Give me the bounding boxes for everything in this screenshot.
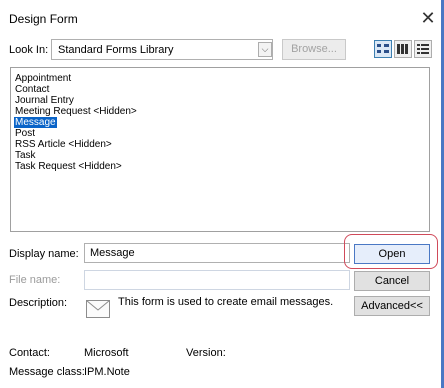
look-in-dropdown[interactable]: Standard Forms Library ⌵ xyxy=(51,39,273,60)
description-text: This form is used to create email messag… xyxy=(118,296,334,308)
look-in-value: Standard Forms Library xyxy=(58,44,174,56)
advanced-button[interactable]: Advanced<< xyxy=(354,296,430,316)
file-name-field[interactable] xyxy=(84,270,350,290)
list-item[interactable]: Journal Entry xyxy=(14,95,75,106)
file-name-label: File name: xyxy=(9,274,61,286)
forms-list[interactable]: Appointment Contact Journal Entry Meetin… xyxy=(10,67,430,232)
open-button[interactable]: Open xyxy=(354,244,430,264)
list-item[interactable]: Appointment xyxy=(14,73,72,84)
list-item[interactable]: Contact xyxy=(14,84,50,95)
large-icons-view-icon[interactable] xyxy=(374,40,392,58)
close-icon[interactable]: ✕ xyxy=(418,8,438,28)
cancel-button[interactable]: Cancel xyxy=(354,271,430,291)
list-item[interactable]: Meeting Request <Hidden> xyxy=(14,106,138,117)
look-in-label: Look In: xyxy=(9,44,49,56)
message-class-value: IPM.Note xyxy=(84,366,130,378)
message-class-label: Message class: xyxy=(9,366,85,378)
display-name-label: Display name: xyxy=(9,248,79,260)
list-item[interactable]: Task xyxy=(14,150,37,161)
chevron-down-icon[interactable]: ⌵ xyxy=(258,42,272,57)
display-name-field[interactable]: Message xyxy=(84,243,350,263)
list-item[interactable]: RSS Article <Hidden> xyxy=(14,139,113,150)
description-label: Description: xyxy=(9,297,68,309)
list-item[interactable]: Post xyxy=(14,128,36,139)
browse-button[interactable]: Browse... xyxy=(282,39,346,60)
list-item-selected[interactable]: Message xyxy=(14,117,57,128)
version-label: Version: xyxy=(186,347,226,359)
contact-label: Contact: xyxy=(9,347,50,359)
display-name-value: Message xyxy=(90,247,135,259)
contact-value: Microsoft xyxy=(84,347,129,359)
list-item[interactable]: Task Request <Hidden> xyxy=(14,161,123,172)
small-icons-view-icon[interactable] xyxy=(394,40,412,58)
envelope-icon xyxy=(86,300,110,318)
window-title: Design Form xyxy=(9,12,78,26)
list-view-icon[interactable] xyxy=(414,40,432,58)
